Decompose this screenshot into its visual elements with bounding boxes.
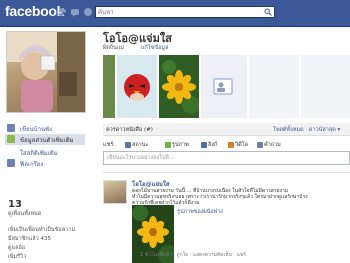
main-content: โอโอ@แจ่มใส ผิดถิ่นแม่ แก้ไขข้อมูล ควรดา… — [95, 27, 350, 263]
empty-photo-slot[interactable] — [201, 55, 247, 118]
empty-photo-slot — [301, 55, 350, 118]
info-icon — [7, 135, 15, 143]
contact-card-icon — [201, 55, 247, 118]
status-input[interactable]: เขียนอะไรบางอย่างลงไปสิ... — [103, 151, 350, 165]
info-line: มีสมาชิกแล้ว 435 — [8, 236, 52, 242]
post-meta[interactable]: 2 ชั่วโมงที่แล้ว · ถูกใจ · แสดงความคิดเห… — [140, 251, 246, 259]
notifications-icon[interactable] — [83, 7, 93, 17]
post-avatar[interactable] — [103, 180, 127, 204]
status-icon — [125, 141, 131, 148]
photo-icon — [165, 141, 171, 148]
photo-thumb[interactable] — [103, 55, 115, 118]
share-label: แชร์: — [103, 142, 116, 148]
video-icon — [228, 141, 234, 148]
sidebar-link-info[interactable]: ข้อมูลส่วนตัวเพิ่มเติม — [20, 135, 74, 145]
info-line: เพิ่มรีวิว — [8, 254, 27, 260]
edit-profile-link[interactable]: แก้ไขข้อมูล — [141, 44, 168, 52]
facebook-logo[interactable]: facebook — [5, 3, 64, 19]
share-photo-button[interactable]: รูปภาพ — [165, 141, 189, 149]
question-icon — [257, 141, 263, 148]
friend-requests-icon[interactable] — [57, 7, 67, 17]
share-status-button[interactable]: สถานะ — [125, 141, 149, 149]
profile-subline: ผิดถิ่นแม่ — [103, 45, 125, 51]
share-link-button[interactable]: ลิงก์ — [201, 141, 217, 149]
wall-filter-dropdown[interactable]: โพสต์ทั้งหมด · ดาวน์ล่าสุด ▾ — [273, 126, 340, 134]
profile-picture[interactable] — [6, 31, 86, 113]
friends-count: 13 — [8, 199, 22, 210]
photo-icon — [7, 159, 15, 167]
info-line: ดูแลอ้อ — [8, 245, 26, 251]
info-line: เพิ่มเป็นเพื่อนทำเป็นข้อความ — [8, 227, 76, 233]
wall-filter-left[interactable]: ควรดาวหนังสือ (#) — [106, 126, 153, 134]
sidebar-link-wall[interactable]: เขียนบ้านพัง — [20, 124, 52, 134]
angry-bird-thumb[interactable] — [117, 55, 157, 118]
link-icon — [201, 141, 207, 148]
wall-icon — [7, 124, 15, 132]
top-bar: facebook ค้นหา — [0, 0, 350, 27]
profile-photo-image — [7, 32, 85, 112]
search-icon[interactable] — [264, 8, 272, 16]
empty-photo-slot — [249, 55, 299, 118]
share-video-button[interactable]: วิดีโอ — [228, 141, 248, 149]
friends-label[interactable]: ดูเพื่อนทั้งหมด — [8, 210, 41, 218]
left-sidebar: เขียนบ้านพัง ข้อมูลส่วนตัวเพิ่มเติม ใส่ส… — [0, 27, 90, 263]
feed-divider — [103, 172, 350, 173]
flower-thumb[interactable] — [159, 55, 199, 118]
share-question-button[interactable]: คำถาม — [257, 141, 281, 149]
post-album-link[interactable]: รูปภาพของผนังฟาง — [177, 208, 223, 216]
sidebar-link-photos[interactable]: ฟิลเกรียง — [20, 159, 43, 169]
search-input[interactable]: ค้นหา — [95, 6, 275, 18]
sidebar-link-stats[interactable]: ใส่สถิติเพิ่มเติม — [20, 148, 58, 158]
messages-icon[interactable] — [70, 7, 80, 17]
wall-filter-bar: ควรดาวหนังสือ (#) โพสต์ทั้งหมด · ดาวน์ล่… — [103, 123, 350, 136]
